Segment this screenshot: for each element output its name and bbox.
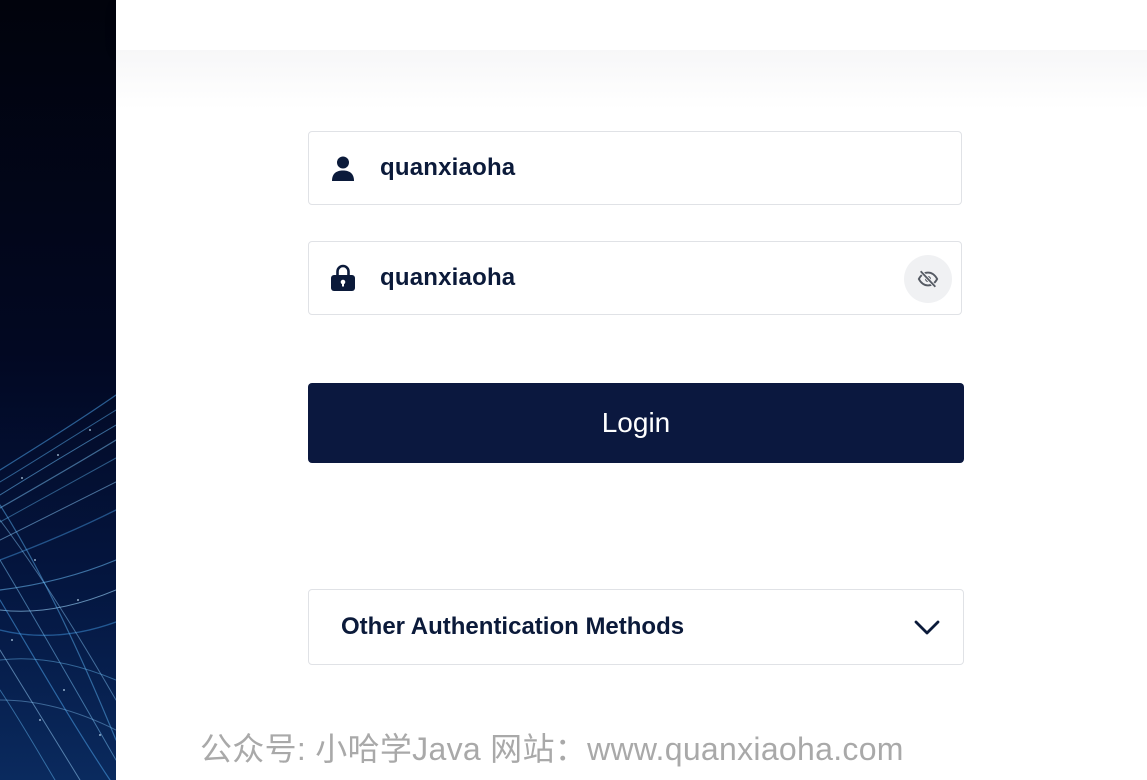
top-header-bar [116, 0, 1147, 50]
watermark-text: 公众号: 小哈学Java 网站：www.quanxiaoha.com [200, 731, 904, 767]
other-authentication-methods-label: Other Authentication Methods [341, 613, 685, 640]
username-value: quanxiaoha [380, 154, 516, 181]
background-wave-image [0, 0, 116, 780]
username-field[interactable]: quanxiaoha [308, 131, 962, 205]
toggle-password-visibility-button[interactable] [904, 255, 952, 303]
user-icon [329, 154, 357, 182]
other-authentication-methods-dropdown[interactable]: Other Authentication Methods [308, 589, 964, 665]
password-field[interactable]: quanxiaoha [308, 241, 962, 315]
chevron-down-icon [913, 615, 941, 639]
eye-slash-icon [917, 268, 939, 290]
lock-icon [329, 264, 357, 292]
password-value: quanxiaoha [380, 264, 516, 291]
login-button[interactable]: Login [308, 383, 964, 463]
